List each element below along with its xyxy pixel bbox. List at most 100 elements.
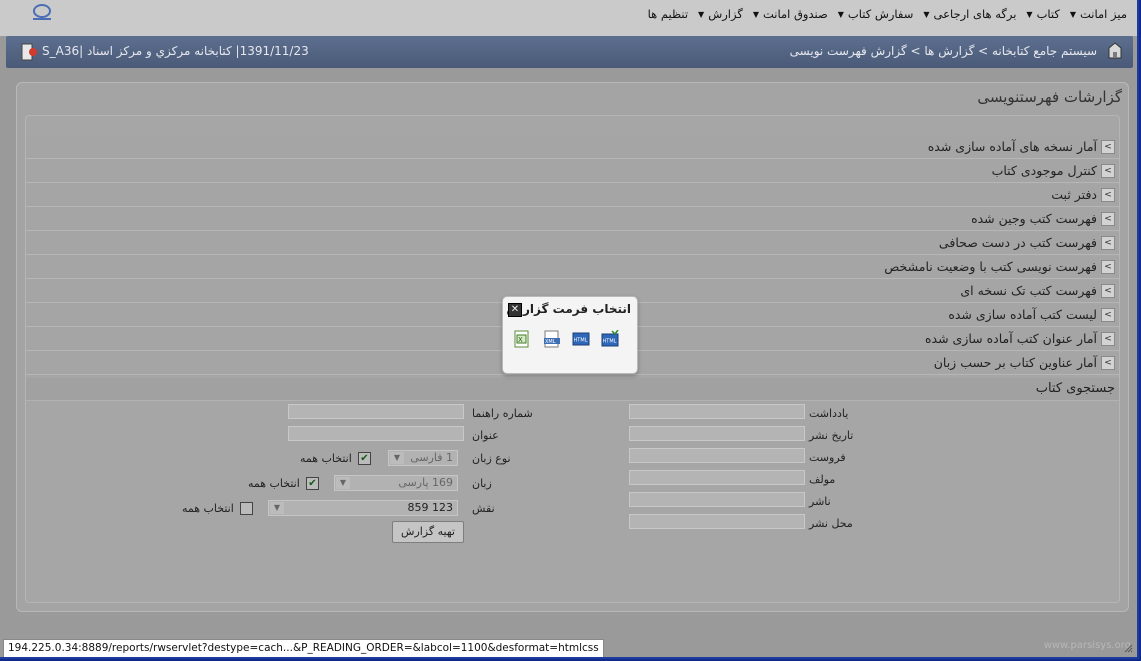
call-number-input[interactable] [288,404,464,419]
language-select[interactable]: ▼ 169 پارسی [334,475,458,491]
report-row[interactable]: < فهرست کتب در دست صحافی [26,232,1119,255]
report-row-label: دفتر ثبت [1051,187,1097,202]
html-icon[interactable]: HTML [572,330,590,348]
dialog-title: انتخاب فرمت گزارش [506,302,631,316]
menu-item[interactable]: سفارش کتاب ▼ [838,7,914,21]
chevron-down-icon: ▼ [270,502,284,514]
menu-item-label: میز امانت [1080,7,1127,21]
chevron-down-icon: ▼ [336,477,350,489]
caret-down-icon: ▼ [1069,9,1077,19]
panel-title: گزارشات فهرستنویسی [977,88,1122,106]
publish-date-label: تاریخ نشر [809,429,854,442]
report-row[interactable]: < فهرست کتب وجین شده [26,208,1119,231]
search-title: جستجوی کتاب [1035,381,1115,396]
role-select[interactable]: ▼ 123 859 [268,500,458,516]
menu-item[interactable]: برگه های ارجاعی ▼ [923,7,1016,21]
html-css-icon[interactable]: HTML [601,330,619,348]
series-label: فروست [809,451,846,464]
svg-text:HTML: HTML [574,338,588,344]
lang-type-select[interactable]: ▼ 1 فارسی [388,450,458,466]
chevron-left-icon: < [1101,140,1115,154]
select-all-label: انتخاب همه [300,452,352,465]
select-all-label: انتخاب همه [182,502,234,515]
top-menu-bar: میز امانت ▼ کتاب ▼ برگه های ارجاعی ▼ سفارش کتا… [0,0,1137,36]
language-label: زبان [472,477,492,490]
report-row-label: آمار نسخه های آماده سازی شده [927,139,1097,154]
svg-text:XML: XML [545,339,556,345]
search-section-header: جستجوی کتاب [26,378,1119,401]
report-row-label: فهرست نویسی کتب با وضعیت نامشخص [884,259,1097,274]
excel-icon[interactable]: X [513,330,531,348]
close-icon[interactable]: ✕ [508,303,522,317]
report-format-dialog: انتخاب فرمت گزارش ✕ X XML HTML HTML [502,296,638,374]
report-row-label: کنترل موجودی کتاب [991,163,1097,178]
series-input[interactable] [629,448,805,463]
watermark: www.parsisys.org [1043,640,1131,651]
resize-grip-icon[interactable] [1123,643,1133,653]
menu-item[interactable]: صندوق امانت ▼ [753,7,828,21]
select-all-label: انتخاب همه [248,477,300,490]
caret-down-icon: ▼ [923,9,930,19]
chevron-left-icon: < [1101,308,1115,322]
menu-item-label: برگه های ارجاعی [933,7,1017,21]
session-info: 1391/11/23| کتابخانه مرکزي و مرکز اسناد … [42,44,309,58]
report-row[interactable]: < آمار نسخه های آماده سازی شده [26,136,1119,159]
chevron-left-icon: < [1101,284,1115,298]
chevron-left-icon: < [1101,332,1115,346]
title-input[interactable] [288,426,464,441]
publish-date-input[interactable] [629,426,805,441]
report-row-label: فهرست کتب در دست صحافی [938,235,1097,250]
chevron-left-icon: < [1101,164,1115,178]
role-value: 123 859 [407,501,454,514]
svg-text:HTML: HTML [603,339,617,345]
menu-item[interactable]: کتاب ▼ [1026,7,1059,21]
menu-item[interactable]: میز امانت ▼ [1070,7,1127,21]
chevron-left-icon: < [1101,188,1115,202]
lang-type-label: نوع زبان [472,452,511,465]
role-label: نقش [472,502,495,515]
select-all-language-checkbox[interactable]: ✔ [306,477,319,490]
note-label: یادداشت [809,407,849,420]
report-row-label: فهرست کتب تک نسخه ای [960,283,1097,298]
lang-type-value: 1 فارسی [410,451,453,464]
menu-item-label: گزارش [708,7,743,21]
publish-place-input[interactable] [629,514,805,529]
menu-item-label: سفارش کتاب [847,7,914,21]
panel-top-strip [26,116,1119,137]
caret-down-icon: ▼ [752,9,759,19]
caret-down-icon: ▼ [698,9,705,19]
menu-item[interactable]: تنظیم ها [648,7,688,21]
xml-icon[interactable]: XML [543,330,561,348]
status-bar-url: 194.225.0.34:8889/reports/rwservlet?dest… [3,639,604,657]
menu-item-label: کتاب [1036,7,1060,21]
chevron-left-icon: < [1101,212,1115,226]
svg-text:X: X [518,336,523,344]
report-row[interactable]: < کنترل موجودی کتاب [26,160,1119,183]
menu-item-label: تنظیم ها [647,7,689,21]
chevron-left-icon: < [1101,260,1115,274]
report-row-label: لیست کتب آماده سازی شده [948,307,1097,322]
home-icon[interactable] [1107,42,1123,60]
caret-down-icon: ▼ [1026,9,1033,19]
menu-item[interactable]: گزارش ▼ [698,7,743,21]
select-all-role-checkbox[interactable] [240,502,253,515]
main-menu: میز امانت ▼ کتاب ▼ برگه های ارجاعی ▼ سفارش کتا… [638,7,1127,21]
chevron-left-icon: < [1101,236,1115,250]
logout-icon[interactable] [20,42,38,62]
author-input[interactable] [629,470,805,485]
generate-report-button[interactable]: تهیه گزارش [392,521,464,543]
language-value: 169 پارسی [398,476,453,489]
chevron-down-icon: ▼ [390,452,404,464]
report-row-label: فهرست کتب وجین شده [971,211,1097,226]
report-row[interactable]: < فهرست نویسی کتب با وضعیت نامشخص [26,256,1119,279]
report-row-label: آمار عناوین کتاب بر حسب زبان [933,355,1097,370]
report-row[interactable]: < دفتر ثبت [26,184,1119,207]
publisher-input[interactable] [629,492,805,507]
note-input[interactable] [629,404,805,419]
breadcrumb[interactable]: سیستم جامع کتابخانه > گزارش ها > گزارش ف… [790,44,1097,58]
publisher-label: ناشر [809,495,831,508]
title-label: عنوان [472,429,499,442]
author-label: مولف [809,473,836,486]
call-number-label: شماره راهنما [472,407,533,420]
select-all-lang-type-checkbox[interactable]: ✔ [358,452,371,465]
